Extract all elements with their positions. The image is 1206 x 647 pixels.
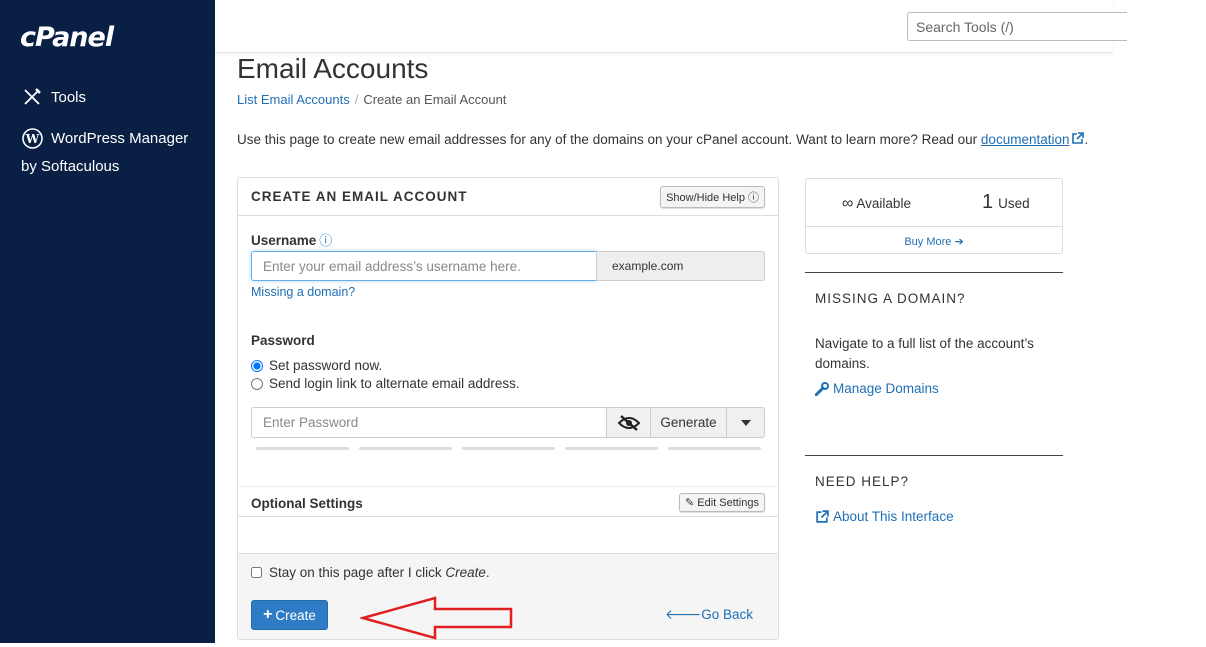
radio-set-password-input[interactable] bbox=[251, 359, 263, 372]
toggle-password-visibility-button[interactable] bbox=[606, 407, 651, 438]
username-input[interactable] bbox=[251, 251, 597, 281]
missing-domain-link[interactable]: Missing a domain? bbox=[251, 285, 355, 299]
cpanel-logo[interactable]: cPanel bbox=[20, 22, 114, 53]
missing-domain-text: Navigate to a full list of the account’s… bbox=[815, 336, 1034, 371]
radio-send-link-input[interactable] bbox=[251, 377, 263, 390]
breadcrumb-separator: / bbox=[354, 92, 359, 107]
breadcrumb: List Email Accounts / Create an Email Acco… bbox=[237, 92, 506, 107]
caret-down-icon bbox=[740, 419, 751, 426]
top-bar bbox=[215, 0, 1127, 53]
svg-text:W: W bbox=[24, 132, 39, 146]
annotation-arrow bbox=[360, 596, 513, 640]
arrow-circle-right-icon: ➔ bbox=[954, 236, 964, 248]
panel-title: CREATE AN EMAIL ACCOUNT bbox=[251, 189, 468, 204]
create-button[interactable]: + Create bbox=[251, 600, 328, 630]
sidebar-item-tools[interactable]: Tools bbox=[21, 86, 86, 108]
documentation-link[interactable]: documentation bbox=[981, 132, 1085, 147]
password-strength-segment bbox=[256, 447, 349, 450]
sidebar-item-label: WordPress Manager bbox=[51, 129, 189, 147]
breadcrumb-link-list-email-accounts[interactable]: List Email Accounts bbox=[237, 92, 350, 107]
missing-domain-title: MISSING A DOMAIN? bbox=[815, 291, 966, 306]
password-strength-segment bbox=[565, 447, 658, 450]
stay-label-end: . bbox=[485, 565, 490, 580]
radio-set-password-now[interactable]: Set password now. bbox=[251, 358, 382, 373]
password-strength-segment bbox=[359, 447, 452, 450]
sidebar-item-label: Tools bbox=[51, 88, 87, 106]
username-label: Username ⓘ bbox=[251, 233, 333, 248]
panel-header: CREATE AN EMAIL ACCOUNT Show/Hide Help ⓘ bbox=[238, 178, 778, 216]
external-link-icon bbox=[1072, 132, 1085, 144]
password-label: Password bbox=[251, 333, 315, 348]
go-back-link[interactable]: 🡐Go Back bbox=[665, 607, 753, 623]
eye-slash-icon bbox=[617, 414, 640, 431]
help-circle-icon: ⓘ bbox=[748, 191, 759, 204]
intro-end: . bbox=[1084, 132, 1089, 147]
section-divider bbox=[805, 455, 1063, 456]
question-circle-icon[interactable]: ⓘ bbox=[319, 233, 332, 248]
buy-more-link[interactable]: Buy More ➔ bbox=[806, 235, 1062, 248]
stats-row: ∞ Available 1 Used bbox=[806, 179, 1062, 227]
breadcrumb-current: Create an Email Account bbox=[363, 92, 507, 107]
radio-label: Set password now. bbox=[269, 358, 383, 373]
intro-text: Use this page to create new email addres… bbox=[237, 132, 1088, 147]
stay-on-page-option[interactable]: Stay on this page after I click Create. bbox=[251, 565, 490, 580]
wrench-icon bbox=[815, 381, 829, 396]
external-link-icon bbox=[816, 509, 829, 523]
generate-options-dropdown[interactable] bbox=[726, 407, 765, 438]
plus-icon: + bbox=[263, 606, 273, 623]
intro-body: Use this page to create new email addres… bbox=[237, 132, 978, 147]
optional-settings-title: Optional Settings bbox=[251, 496, 363, 511]
radio-send-login-link[interactable]: Send login link to alternate email addre… bbox=[251, 376, 520, 391]
about-interface-link[interactable]: About This Interface bbox=[815, 509, 954, 524]
stay-label-em: Create bbox=[445, 565, 486, 580]
available-count: ∞ Available bbox=[842, 195, 911, 212]
used-count: 1 Used bbox=[982, 191, 1030, 213]
pencil-icon: ✎ bbox=[684, 497, 695, 509]
manage-domains-link[interactable]: Manage Domains bbox=[815, 381, 939, 396]
sidebar-item-wordpress-manager[interactable]: W WordPress Manager bbox=[21, 127, 188, 149]
stay-on-page-checkbox[interactable] bbox=[251, 567, 262, 578]
page-title: Email Accounts bbox=[237, 53, 429, 84]
password-strength-segment bbox=[462, 447, 555, 450]
sidebar-item-sublabel: by Softaculous bbox=[21, 158, 120, 175]
account-stats-box: ∞ Available 1 Used Buy More ➔ bbox=[805, 178, 1063, 254]
password-input[interactable] bbox=[251, 407, 607, 438]
generate-password-button[interactable]: Generate bbox=[650, 407, 727, 438]
section-divider bbox=[805, 272, 1063, 273]
search-tools-input[interactable] bbox=[907, 12, 1127, 41]
domain-select[interactable]: example.com bbox=[596, 251, 765, 281]
create-email-panel: CREATE AN EMAIL ACCOUNT Show/Hide Help ⓘ… bbox=[237, 177, 779, 640]
need-help-title: NEED HELP? bbox=[815, 474, 910, 489]
stay-label: Stay on this page after I click bbox=[269, 565, 442, 580]
password-strength-segment bbox=[668, 447, 761, 450]
optional-settings-header: Optional Settings ✎ Edit Settings bbox=[238, 486, 778, 517]
edit-settings-button[interactable]: ✎ Edit Settings bbox=[678, 493, 765, 512]
arrow-left-icon: 🡐 bbox=[665, 607, 702, 622]
tools-icon bbox=[21, 86, 43, 108]
radio-label: Send login link to alternate email addre… bbox=[269, 376, 520, 391]
sidebar: cPanel Tools W WordPress Manager by Soft… bbox=[0, 0, 215, 643]
wordpress-icon: W bbox=[21, 127, 43, 149]
show-hide-help-button[interactable]: Show/Hide Help ⓘ bbox=[660, 185, 765, 208]
